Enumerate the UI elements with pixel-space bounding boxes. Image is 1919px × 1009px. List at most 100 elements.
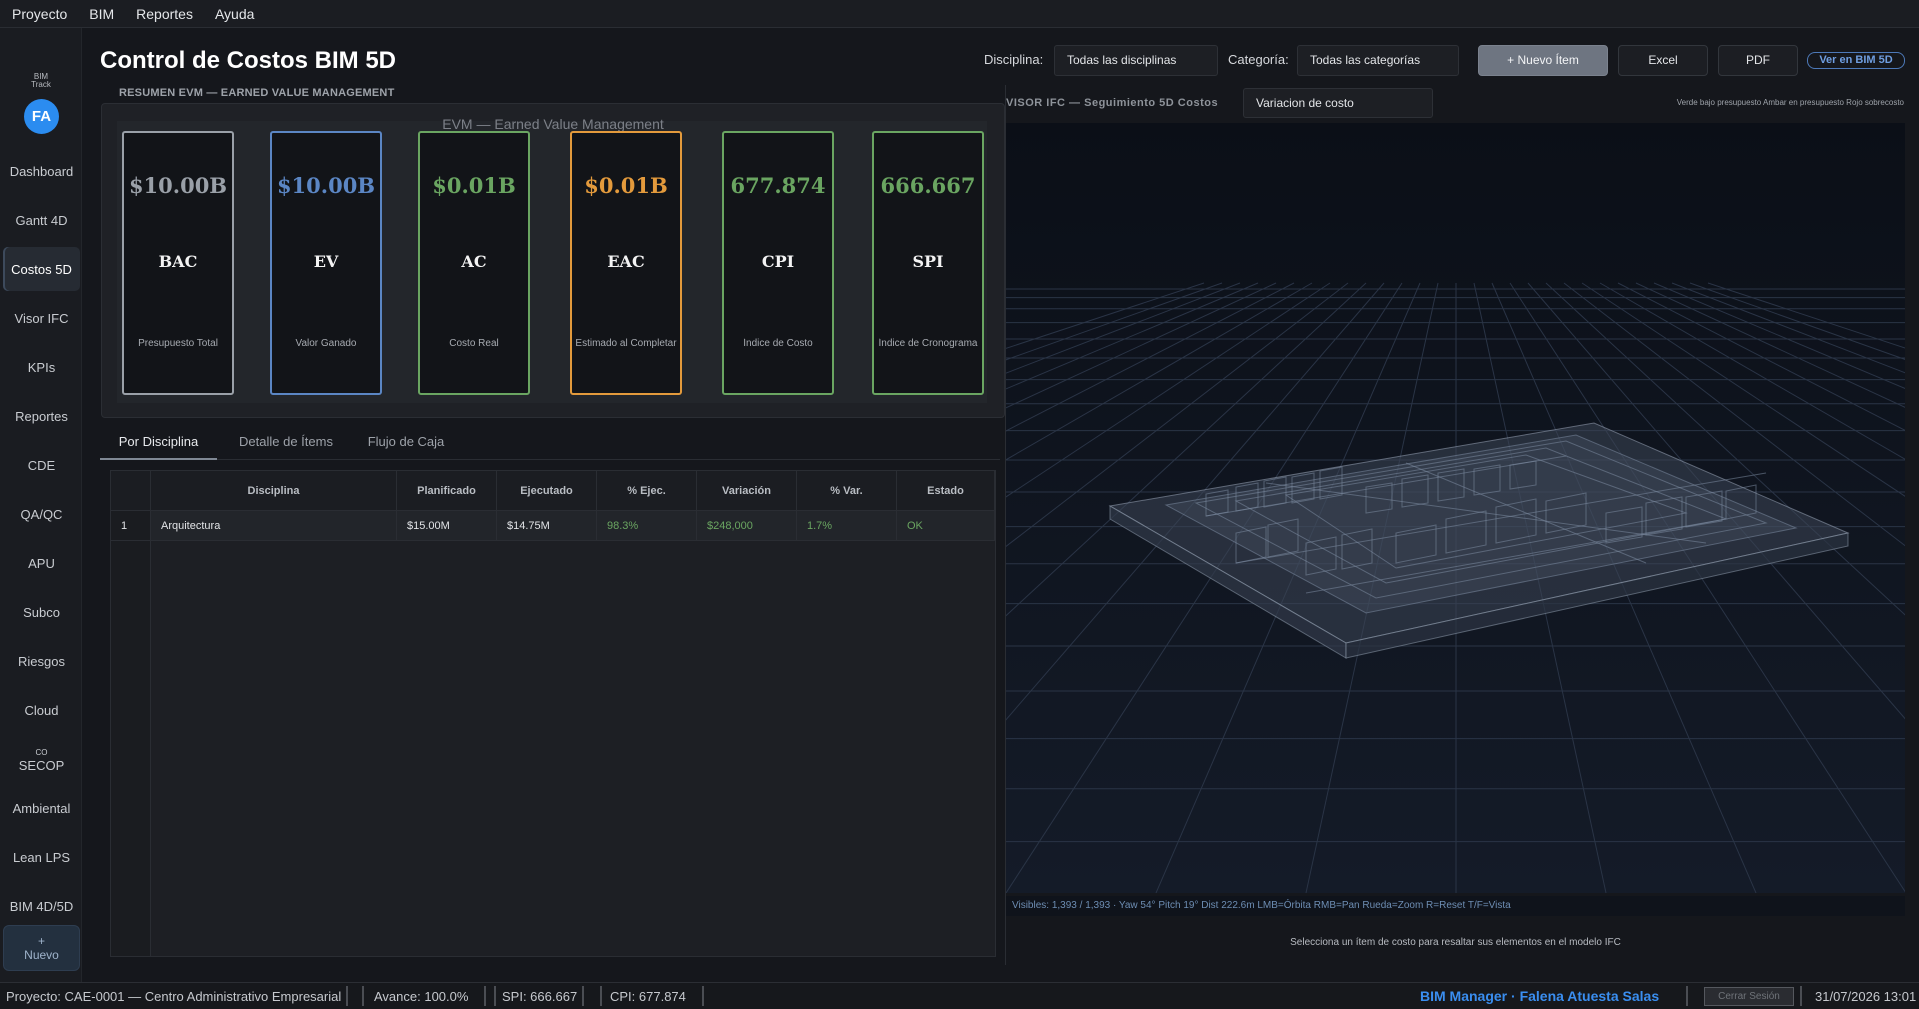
sidebar-item-riesgos[interactable]: Riesgos [3, 639, 80, 683]
tab-bar: Por Disciplina Detalle de Ítems Flujo de… [100, 428, 1000, 460]
status-bar: Proyecto: CAE-0001 — Centro Administrati… [0, 982, 1919, 1009]
brand: BIM Track [0, 73, 82, 89]
row-index: 1 [111, 511, 151, 541]
viewer-legend: Verde bajo presupuesto Ambar en presupue… [1676, 98, 1904, 107]
column-header-estado[interactable]: Estado [897, 471, 995, 511]
menu-proyecto[interactable]: Proyecto [12, 6, 67, 22]
new-button-label: Nuevo [24, 948, 59, 962]
column-header-ejecutado[interactable]: Ejecutado [497, 471, 597, 511]
kpi-card-ac: $0.01B AC Costo Real [418, 131, 530, 395]
sidebar-item-apu[interactable]: APU [3, 541, 80, 585]
column-header-disciplina[interactable]: Disciplina [151, 471, 397, 511]
sidebar-item-label: Subco [23, 604, 60, 620]
tab-detalle-items[interactable]: Detalle de Ítems [230, 428, 342, 460]
kpi-description: Índice de Costo [743, 338, 813, 349]
sidebar-item-reportes[interactable]: Reportes [3, 394, 80, 438]
status-avance: Avance: 100.0% [374, 989, 469, 1004]
sidebar-item-secop[interactable]: CO SECOP [3, 737, 80, 781]
column-header-variacion[interactable]: Variación [697, 471, 797, 511]
new-item-button[interactable]: + Nuevo Ítem [1478, 45, 1608, 76]
viewer-status: Visibles: 1,393 / 1,393 · Yaw 54° Pitch … [1006, 896, 1905, 916]
sidebar-item-label: Costos 5D [11, 261, 72, 277]
cell-disciplina[interactable]: Arquitectura [151, 511, 397, 541]
menu-bar: Proyecto BIM Reportes Ayuda [0, 0, 1919, 28]
cell-pct-var[interactable]: 1.7% [797, 511, 897, 541]
cell-pct-ejec[interactable]: 98.3% [597, 511, 697, 541]
sidebar-item-dashboard[interactable]: Dashboard [3, 149, 80, 193]
sidebar-item-bim-4d5d[interactable]: BIM 4D/5D [3, 884, 80, 928]
categoria-label: Categoría: [1228, 52, 1289, 67]
status-separator [702, 986, 704, 1006]
evm-cards-area [117, 121, 987, 403]
disciplina-label: Disciplina: [984, 52, 1044, 67]
tab-flujo-caja[interactable]: Flujo de Caja [362, 428, 450, 460]
sidebar-item-subco[interactable]: Subco [3, 590, 80, 634]
menu-ayuda[interactable]: Ayuda [215, 6, 254, 22]
sidebar-item-label: KPIs [27, 359, 56, 375]
sidebar-item-ambiental[interactable]: Ambiental [3, 786, 80, 830]
ifc-viewport[interactable] [1006, 123, 1905, 893]
sidebar-item-label: Visor IFC [14, 310, 69, 326]
categoria-select[interactable]: Todas las categorías [1297, 45, 1459, 76]
sidebar: BIM Track FA Dashboard Gantt 4D Costos 5… [0, 28, 82, 982]
status-datetime: 31/07/2026 13:01 [1815, 989, 1917, 1004]
status-user: BIM Manager · Falena Atuesta Salas [1420, 988, 1660, 1004]
kpi-label: EAC [607, 252, 645, 271]
column-header-pct-var[interactable]: % Var. [797, 471, 897, 511]
sidebar-item-label: Ambiental [12, 800, 71, 816]
status-separator [362, 986, 364, 1006]
viewer-hint: Selecciona un ítem de costo para resalta… [1290, 937, 1621, 948]
cell-ejecutado[interactable]: $14.75M [497, 511, 597, 541]
status-project: Proyecto: CAE-0001 — Centro Administrati… [6, 989, 342, 1004]
status-separator [1800, 986, 1802, 1006]
sidebar-item-qaqc[interactable]: QA/QC [3, 492, 80, 536]
sidebar-item-kpis[interactable]: KPIs [3, 345, 80, 389]
ver-bim-5d-button[interactable]: Ver en BIM 5D [1807, 52, 1905, 69]
column-header-pct-ejec[interactable]: % Ejec. [597, 471, 697, 511]
cell-planificado[interactable]: $15.00M [397, 511, 497, 541]
logout-button[interactable]: Cerrar Sesión [1704, 987, 1794, 1006]
cell-variacion[interactable]: $248,000 [697, 511, 797, 541]
status-separator [346, 986, 348, 1006]
menu-reportes[interactable]: Reportes [136, 6, 193, 22]
tab-por-disciplina[interactable]: Por Disciplina [100, 428, 217, 460]
status-separator [600, 986, 602, 1006]
sidebar-item-cde[interactable]: CDE [3, 443, 80, 487]
sidebar-item-label: Cloud [24, 702, 59, 718]
kpi-description: Valor Ganado [295, 338, 357, 349]
brand-line-2: Track [31, 80, 51, 89]
kpi-card-spi: 666.667 SPI Índice de Cronograma [872, 131, 984, 395]
sidebar-item-gantt-4d[interactable]: Gantt 4D [3, 198, 80, 242]
viewer-mode-select[interactable]: Variacion de costo [1243, 88, 1433, 118]
sidebar-item-label: BIM 4D/5D [9, 898, 74, 914]
new-button[interactable]: + Nuevo [3, 925, 80, 971]
sidebar-item-label: Riesgos [18, 653, 65, 669]
row-header-column [111, 471, 151, 956]
sidebar-item-lean-lps[interactable]: Lean LPS [3, 835, 80, 879]
excel-button[interactable]: Excel [1618, 45, 1708, 76]
kpi-card-eac: $0.01B EAC Estimado al Completar [570, 131, 682, 395]
cell-estado[interactable]: OK [897, 511, 995, 541]
kpi-label: AC [461, 252, 487, 271]
sidebar-item-label: Reportes [15, 408, 68, 424]
status-spi: SPI: 666.667 [502, 989, 578, 1004]
sidebar-item-costos-5d[interactable]: Costos 5D [3, 247, 80, 291]
disciplina-select[interactable]: Todas las disciplinas [1054, 45, 1218, 76]
sidebar-item-visor-ifc[interactable]: Visor IFC [3, 296, 80, 340]
pdf-button[interactable]: PDF [1718, 45, 1798, 76]
page-title: Control de Costos BIM 5D [100, 47, 397, 74]
menu-bim[interactable]: BIM [89, 6, 114, 22]
sidebar-item-label: Dashboard [9, 163, 74, 179]
kpi-card-bac: $10.00B BAC Presupuesto Total [122, 131, 234, 395]
kpi-label: BAC [158, 252, 198, 271]
sidebar-item-label: Gantt 4D [15, 212, 68, 228]
kpi-label: EV [313, 252, 339, 271]
avatar[interactable]: FA [24, 99, 59, 134]
plus-icon: + [37, 934, 45, 948]
kpi-value: $0.01B [584, 173, 668, 198]
sidebar-item-cloud[interactable]: Cloud [3, 688, 80, 732]
kpi-value: 666.667 [880, 173, 976, 198]
column-header-planificado[interactable]: Planificado [397, 471, 497, 511]
kpi-description: Índice de Cronograma [878, 338, 978, 349]
kpi-card-cpi: 677.874 CPI Índice de Costo [722, 131, 834, 395]
